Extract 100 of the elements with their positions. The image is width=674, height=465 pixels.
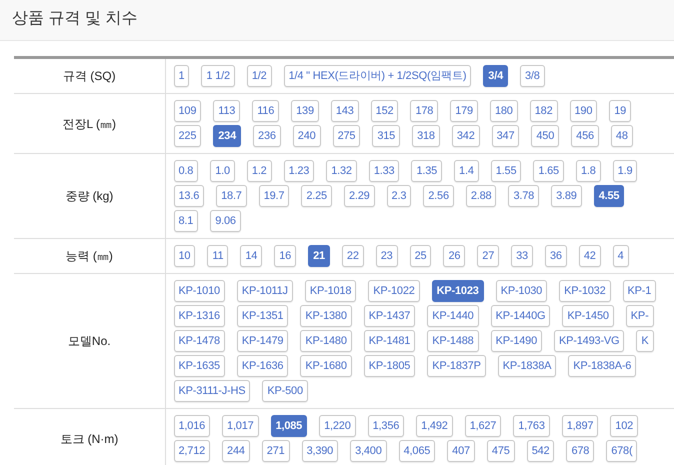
option-chip[interactable]: 36 (544, 245, 567, 267)
option-chip[interactable]: KP-1479 (236, 330, 288, 352)
option-chip[interactable]: 3.89 (551, 185, 582, 207)
option-chip[interactable]: 542 (526, 440, 554, 462)
option-chip[interactable]: 25 (410, 245, 432, 267)
option-chip[interactable]: 3.78 (508, 185, 540, 207)
option-chip[interactable]: 1 (174, 65, 190, 87)
option-chip[interactable]: 407 (447, 440, 475, 462)
option-chip[interactable]: 1,085 (270, 415, 308, 437)
option-chip[interactable]: KP-1805 (364, 355, 416, 377)
option-chip[interactable]: KP-500 (262, 380, 308, 402)
option-chip[interactable]: KP-1636 (236, 355, 288, 377)
option-chip[interactable]: 678 (566, 440, 594, 462)
option-chip[interactable]: 152 (370, 100, 398, 122)
option-chip[interactable]: KP-1488 (427, 330, 479, 352)
option-chip[interactable]: KP-1481 (364, 330, 416, 352)
option-chip[interactable]: 3/4 (483, 65, 508, 87)
option-chip[interactable]: 116 (252, 100, 280, 122)
option-chip[interactable]: 236 (253, 125, 281, 147)
option-chip[interactable]: K (636, 330, 654, 352)
option-chip[interactable]: 1.35 (411, 160, 442, 182)
option-chip[interactable]: KP-1440G (490, 305, 550, 327)
option-chip[interactable]: 1.23 (284, 160, 314, 182)
option-chip[interactable]: 0.8 (174, 160, 198, 182)
option-chip[interactable]: 180 (490, 100, 518, 122)
option-chip[interactable]: 1.9 (612, 160, 638, 182)
option-chip[interactable]: 1.2 (246, 160, 272, 182)
option-chip[interactable]: 113 (213, 100, 240, 122)
option-chip[interactable]: 16 (274, 245, 296, 267)
option-chip[interactable]: KP-1 (622, 280, 656, 302)
option-chip[interactable]: KP-1480 (300, 330, 352, 352)
option-chip[interactable]: 678( (606, 440, 638, 462)
option-chip[interactable]: 18.7 (216, 185, 247, 207)
option-chip[interactable]: KP-1450 (562, 305, 614, 327)
option-chip[interactable]: 4.55 (594, 185, 624, 207)
option-chip[interactable]: 475 (486, 440, 515, 462)
option-chip[interactable]: 27 (477, 245, 500, 267)
option-chip[interactable]: 2.3 (386, 185, 412, 207)
option-chip[interactable]: 1/4 " HEX(드라이버) + 1/2SQ(임팩트) (284, 65, 472, 87)
option-chip[interactable]: 19.7 (258, 185, 290, 207)
option-chip[interactable]: 11 (207, 245, 228, 267)
option-chip[interactable]: KP-1837P (427, 355, 486, 377)
option-chip[interactable]: 190 (570, 100, 598, 122)
option-chip[interactable]: 179 (450, 100, 478, 122)
option-chip[interactable]: 1 1/2 (201, 65, 235, 87)
option-chip[interactable]: KP-1478 (174, 330, 225, 352)
option-chip[interactable]: 240 (292, 125, 321, 147)
option-chip[interactable]: 318 (412, 125, 440, 147)
option-chip[interactable]: 2.56 (423, 185, 454, 207)
option-chip[interactable]: 4,065 (398, 440, 436, 462)
option-chip[interactable]: 102 (610, 415, 638, 437)
option-chip[interactable]: 1.4 (454, 160, 479, 182)
option-chip[interactable]: 19 (609, 100, 632, 122)
option-chip[interactable]: 1.32 (326, 160, 357, 182)
option-chip[interactable]: KP- (626, 305, 654, 327)
option-chip[interactable]: KP-1437 (364, 305, 416, 327)
option-chip[interactable]: KP-1351 (236, 305, 288, 327)
option-chip[interactable]: 2.25 (301, 185, 332, 207)
option-chip[interactable]: 275 (332, 125, 360, 147)
option-chip[interactable]: 48 (610, 125, 633, 147)
option-chip[interactable]: 3/8 (520, 65, 545, 87)
option-chip[interactable]: 1/2 (246, 65, 272, 87)
option-chip[interactable]: 1.65 (533, 160, 564, 182)
option-chip[interactable]: KP-1010 (174, 280, 225, 302)
option-chip[interactable]: 2.29 (344, 185, 375, 207)
option-chip[interactable]: KP-1838A (498, 355, 556, 377)
option-chip[interactable]: KP-1838A-6 (568, 355, 636, 377)
option-chip[interactable]: 1,017 (222, 415, 259, 437)
option-chip[interactable]: 1.55 (490, 160, 522, 182)
option-chip[interactable]: 139 (291, 100, 319, 122)
option-chip[interactable]: KP-1023 (432, 280, 484, 302)
option-chip[interactable]: 3,400 (350, 440, 387, 462)
option-chip[interactable]: 14 (240, 245, 262, 267)
option-chip[interactable]: 109 (174, 100, 202, 122)
option-chip[interactable]: 9.06 (210, 210, 241, 232)
option-chip[interactable]: 33 (511, 245, 533, 267)
option-chip[interactable]: 342 (452, 125, 480, 147)
option-chip[interactable]: KP-1022 (368, 280, 420, 302)
option-chip[interactable]: 244 (222, 440, 250, 462)
option-chip[interactable]: 26 (443, 245, 466, 267)
option-chip[interactable]: 3,390 (302, 440, 338, 462)
option-chip[interactable]: KP-1011J (236, 280, 293, 302)
option-chip[interactable]: 225 (174, 125, 202, 147)
option-chip[interactable]: 1,763 (513, 415, 550, 437)
option-chip[interactable]: 4 (612, 245, 629, 267)
option-chip[interactable]: 450 (531, 125, 560, 147)
option-chip[interactable]: KP-3111-J-HS (174, 380, 250, 402)
option-chip[interactable]: KP-1032 (559, 280, 611, 302)
option-chip[interactable]: KP-1490 (490, 330, 542, 352)
option-chip[interactable]: 8.1 (174, 210, 198, 232)
option-chip[interactable]: 13.6 (174, 185, 204, 207)
option-chip[interactable]: 178 (410, 100, 438, 122)
option-chip[interactable]: 1,356 (368, 415, 404, 437)
option-chip[interactable]: KP-1018 (304, 280, 356, 302)
option-chip[interactable]: 1,897 (562, 415, 598, 437)
option-chip[interactable]: 234 (213, 125, 242, 147)
option-chip[interactable]: KP-1030 (496, 280, 548, 302)
option-chip[interactable]: 22 (342, 245, 364, 267)
option-chip[interactable]: 1.8 (576, 160, 601, 182)
option-chip[interactable]: 315 (372, 125, 400, 147)
